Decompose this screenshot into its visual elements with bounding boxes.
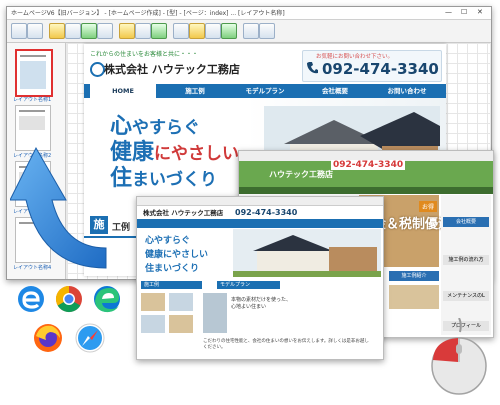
safari-icon — [75, 323, 105, 353]
mouse-icon — [431, 318, 487, 395]
hero-line-3: 住まいづくり — [110, 166, 218, 191]
undo-icon[interactable] — [243, 23, 259, 39]
win3-body-text: 本物の素材だけを使った、心地よい住まい — [231, 297, 292, 310]
win3-nav-item[interactable]: 施工例 — [186, 229, 235, 238]
table-icon[interactable] — [135, 23, 151, 39]
site-nav: HOME 施工例 モデルプラン 会社概要 お問い合わせ — [84, 84, 446, 98]
win3-section-1: 施工例 — [141, 281, 202, 289]
phone-icon — [307, 62, 318, 74]
preview-icon[interactable] — [189, 23, 205, 39]
win3-nav: HOME施工例モデルプラン会社概要お問い合わせ — [137, 219, 383, 236]
close-button[interactable]: ✕ — [477, 8, 483, 16]
copy-icon[interactable] — [65, 23, 81, 39]
nav-contact[interactable]: お問い合わせ — [372, 84, 442, 98]
win2-card[interactable]: 施工例紹介 — [389, 271, 439, 281]
win3-thumb[interactable] — [169, 293, 193, 311]
preview-window-blue: 株式会社 ハウテック工務店 092-474-3340 HOME施工例モデルプラン… — [136, 196, 384, 360]
minimize-button[interactable]: — — [445, 8, 452, 16]
back-arrow-icon — [10, 146, 107, 269]
win2-side-item[interactable]: メンテナンスのL — [443, 291, 489, 301]
win3-section-2: モデルプラン — [217, 281, 280, 289]
layout-icon[interactable] — [221, 23, 237, 39]
win3-company: 株式会社 ハウテック工務店 — [143, 209, 224, 217]
image-icon[interactable] — [81, 23, 97, 39]
win3-model-image — [203, 293, 227, 333]
folder-icon[interactable] — [49, 23, 65, 39]
zoom-icon[interactable] — [97, 23, 113, 39]
site-tagline: これからの住まいをお客様と共に・・・ — [90, 51, 199, 58]
win2-company: ハウテック工務店 — [269, 170, 333, 179]
win3-hero-2: 健康にやさしい — [145, 250, 209, 260]
win2-card-image — [389, 285, 439, 309]
chrome-icon — [55, 285, 82, 313]
company-name: 株式会社 ハウテック工務店 — [104, 63, 240, 76]
layout-label-1: レイアウト名称1 — [13, 97, 52, 103]
settings-icon[interactable] — [205, 23, 221, 39]
nav-model-plan[interactable]: モデルプラン — [232, 84, 298, 98]
win3-phone: 092-474-3340 — [235, 208, 298, 217]
save-icon[interactable] — [27, 23, 43, 39]
nav-home[interactable]: HOME — [90, 84, 156, 98]
phone-number: 092-474-3340 — [322, 60, 439, 78]
redo-icon[interactable] — [259, 23, 275, 39]
upload-icon[interactable] — [173, 23, 189, 39]
company-logo-icon — [90, 62, 105, 77]
toolbar — [7, 20, 491, 43]
win3-thumb[interactable] — [141, 315, 165, 333]
browser-icons — [14, 282, 134, 362]
win3-thumb[interactable] — [169, 315, 193, 333]
window-title: ホームページV6【旧バージョン】 - [ホームページ作成] - [型] - [ペ… — [11, 10, 285, 17]
edge-legacy-icon — [18, 286, 44, 312]
maximize-button[interactable]: ☐ — [461, 8, 467, 16]
win2-nav — [239, 187, 493, 194]
win3-notice: こだわりの住宅性能と、会社の住まいの想いをお伝えします。詳しくは是非お越しくださ… — [203, 339, 369, 350]
edge-icon — [94, 286, 120, 313]
win3-house-image — [233, 229, 381, 277]
preview-titlebar — [137, 197, 383, 206]
link-icon[interactable] — [151, 23, 167, 39]
win3-thumb[interactable] — [141, 293, 165, 311]
firefox-icon — [34, 324, 62, 352]
title-bar: ホームページV6【旧バージョン】 - [ホームページ作成] - [型] - [ペ… — [7, 7, 491, 20]
win2-side-item[interactable]: 施工例の流れ方 — [443, 255, 489, 265]
win2-banner: 金＆税制優遇 — [373, 217, 452, 232]
win2-phone: 092-474-3340 — [331, 160, 406, 170]
win2-side-item[interactable]: 会社概要 — [443, 217, 489, 227]
win2-badge: お得 — [419, 201, 438, 212]
win3-hero-1: 心やすらぐ — [145, 236, 191, 246]
layout-thumb-1[interactable] — [15, 49, 53, 97]
phone-note: お気軽にお問い合わせ下さい。 — [316, 54, 394, 60]
win2-side: 会社概要 施工例の流れ方 メンテナンスのL プロフィール — [441, 195, 491, 335]
nav-works[interactable]: 施工例 — [162, 84, 228, 98]
nav-company[interactable]: 会社概要 — [302, 84, 368, 98]
new-page-icon[interactable] — [11, 23, 27, 39]
win3-hero-3: 住まいづくり — [145, 264, 200, 274]
text-icon[interactable] — [119, 23, 135, 39]
